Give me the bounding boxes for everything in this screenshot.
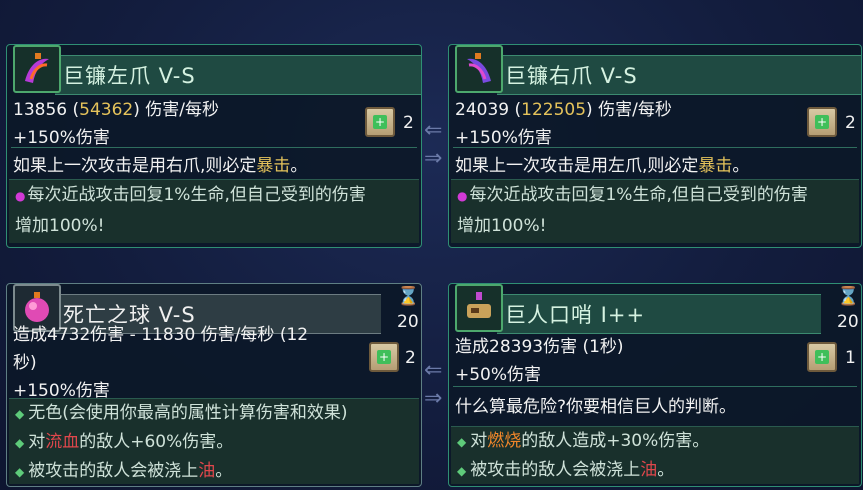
- effect-diamond-icon: ◆: [15, 407, 25, 421]
- item-card-left-claw[interactable]: 巨镰左爪 V-S 13856 (54362) 伤害/每秒 +150%伤害 + 2…: [6, 44, 422, 248]
- dps-line: 24039 (122505) 伤害/每秒: [455, 100, 672, 120]
- damage-bonus: +150%伤害: [13, 128, 110, 148]
- item-card-death-orb[interactable]: 死亡之球 V-S ⌛ 20 造成4732伤害 - 11830 伤害/每秒 (12…: [6, 283, 422, 487]
- scroll-upgrade-icon[interactable]: +: [807, 342, 837, 372]
- synergy-arrow-right-icon: ⇒: [424, 146, 443, 171]
- scythe-claw-icon: [13, 45, 61, 93]
- effect-diamond-icon: ◆: [457, 464, 467, 478]
- curse-effect-box: ● 每次近战攻击回复1%生命,但自己受到的伤害 增加100%!: [9, 179, 419, 243]
- item-description: 什么算最危险?你要相信巨人的判断。: [455, 397, 737, 417]
- synergy-arrow-left-icon: ⇐: [424, 118, 443, 143]
- divider: [453, 386, 857, 387]
- synergy-arrow-left-icon: ⇐: [424, 358, 443, 383]
- item-title-bar: 巨人口哨 I++: [497, 294, 821, 334]
- scroll-upgrade-icon[interactable]: +: [369, 342, 399, 372]
- scroll-count: 2: [403, 113, 414, 133]
- cooldown-value: 20: [837, 312, 859, 332]
- item-description: 如果上一次攻击是用左爪,则必定暴击。: [455, 156, 750, 176]
- effect-diamond-icon: ◆: [457, 435, 467, 449]
- divider: [11, 147, 417, 148]
- damage-line-cont: 秒): [13, 353, 37, 373]
- item-card-giant-whistle[interactable]: 巨人口哨 I++ ⌛ 20 造成28393伤害 (1秒) + 1 +50%伤害 …: [448, 283, 862, 487]
- damage-bonus: +50%伤害: [455, 365, 542, 385]
- item-title-bar: 巨镰左爪 V-S: [55, 55, 421, 95]
- damage-bonus: +150%伤害: [455, 128, 552, 148]
- synergy-arrow-right-icon: ⇒: [424, 386, 443, 411]
- scroll-count: 1: [845, 348, 856, 368]
- effects-box: ◆ 无色(会使用你最高的属性计算伤害和效果) ◆ 对流血的敌人+60%伤害。 ◆ 被攻…: [9, 398, 419, 484]
- dps-line: 13856 (54362) 伤害/每秒: [13, 100, 220, 120]
- scroll-upgrade-icon[interactable]: +: [365, 107, 395, 137]
- item-description: 如果上一次攻击是用右爪,则必定暴击。: [13, 156, 308, 176]
- scythe-claw-icon: [455, 45, 503, 93]
- item-title: 巨镰右爪 V-S: [505, 64, 638, 88]
- giant-whistle-icon: [455, 284, 503, 332]
- item-title: 巨镰左爪 V-S: [63, 64, 196, 88]
- divider: [453, 147, 857, 148]
- effect-diamond-icon: ◆: [15, 436, 25, 450]
- cooldown-hourglass-icon: ⌛: [837, 286, 860, 307]
- item-title: 巨人口哨 I++: [505, 303, 646, 327]
- item-title-bar: 巨镰右爪 V-S: [497, 55, 861, 95]
- cooldown-value: 20: [397, 312, 419, 332]
- scroll-count: 2: [845, 113, 856, 133]
- scroll-upgrade-icon[interactable]: +: [807, 107, 837, 137]
- curse-dot-icon: ●: [15, 189, 26, 203]
- curse-effect-box: ● 每次近战攻击回复1%生命,但自己受到的伤害 增加100%!: [451, 179, 859, 243]
- item-card-right-claw[interactable]: 巨镰右爪 V-S 24039 (122505) 伤害/每秒 +150%伤害 + …: [448, 44, 862, 248]
- effects-box: ◆ 对燃烧的敌人造成+30%伤害。 ◆ 被攻击的敌人会被浇上油。: [451, 426, 859, 484]
- cooldown-hourglass-icon: ⌛: [397, 286, 420, 307]
- scroll-count: 2: [405, 348, 416, 368]
- damage-line: 造成28393伤害 (1秒): [455, 337, 624, 357]
- effect-diamond-icon: ◆: [15, 465, 25, 479]
- curse-dot-icon: ●: [457, 189, 468, 203]
- damage-line: 造成4732伤害 - 11830 伤害/每秒 (12: [13, 325, 309, 345]
